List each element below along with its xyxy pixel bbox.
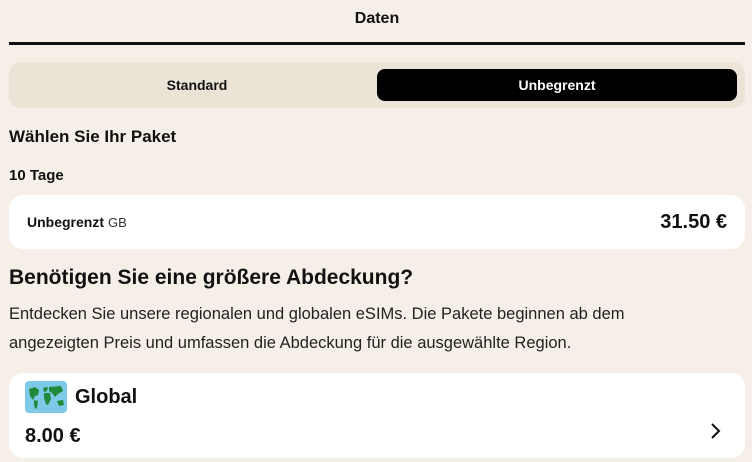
chevron-right-icon: [709, 421, 723, 447]
plan-type-toggle: Standard Unbegrenzt: [9, 62, 745, 108]
package-card[interactable]: Unbegrenzt GB 31.50 €: [9, 195, 745, 249]
package-price: 31.50 €: [660, 210, 727, 233]
package-heading: Wählen Sie Ihr Paket: [9, 127, 177, 146]
coverage-heading: Benötigen Sie eine größere Abdeckung?: [9, 266, 414, 289]
region-card-global[interactable]: Global 8.00 €: [9, 373, 745, 458]
tab-daten[interactable]: Daten: [355, 10, 399, 28]
toggle-standard[interactable]: Standard: [17, 69, 377, 101]
region-name: Global: [75, 386, 138, 408]
package-unit: GB: [108, 214, 127, 230]
region-price: 8.00 €: [25, 425, 81, 447]
toggle-unbegrenzt[interactable]: Unbegrenzt: [377, 69, 737, 101]
package-name: Unbegrenzt: [27, 214, 104, 230]
world-map-icon: [25, 381, 67, 413]
coverage-description: Entdecken Sie unsere regionalen und glob…: [9, 305, 625, 352]
duration-label: 10 Tage: [9, 167, 64, 184]
tab-bar: Daten: [9, 0, 745, 45]
